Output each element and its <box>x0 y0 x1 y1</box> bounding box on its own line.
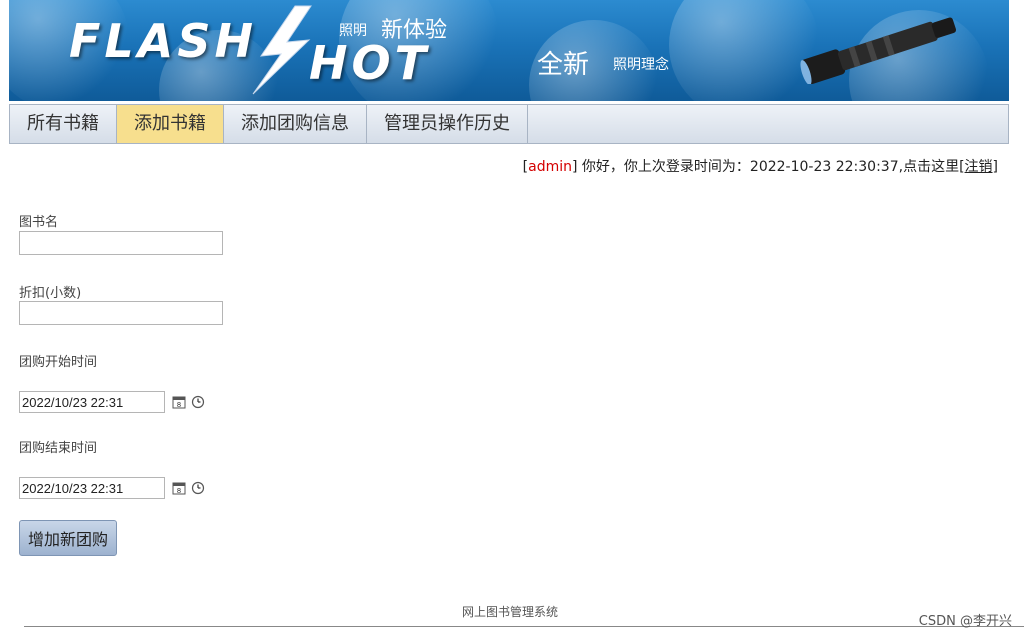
flashlight-icon <box>800 17 957 84</box>
add-group-buy-button[interactable]: 增加新团购 <box>19 520 117 556</box>
calendar-icon[interactable]: 8 <box>172 481 186 495</box>
admin-username: admin <box>528 159 573 175</box>
discount-label: 折扣(小数) <box>19 286 82 301</box>
calendar-icon[interactable]: 8 <box>172 395 186 409</box>
tab-add-book[interactable]: 添加书籍 <box>117 105 224 143</box>
main-nav: 所有书籍 添加书籍 添加团购信息 管理员操作历史 <box>9 104 1009 144</box>
login-greeting: ] 你好，你上次登录时间为：2022-10-23 22:30:37,点击这里[ <box>572 159 965 175</box>
start-time-input[interactable] <box>19 391 165 413</box>
book-name-input[interactable] <box>19 231 223 255</box>
lightning-bolt-icon <box>252 5 312 95</box>
svg-text:8: 8 <box>177 487 181 495</box>
logout-link[interactable]: 注销 <box>965 159 993 175</box>
tab-all-books[interactable]: 所有书籍 <box>10 105 117 143</box>
slogan-big-1: 新体验 <box>381 18 448 43</box>
footer-divider <box>24 626 1024 627</box>
end-time-label: 团购结束时间 <box>19 441 98 456</box>
slogan-big-2: 全新 <box>537 50 590 80</box>
header-banner: FLASH HOT 照明 新体验 全新 照明理念 <box>9 0 1009 101</box>
discount-input[interactable] <box>19 301 223 325</box>
start-time-label: 团购开始时间 <box>19 355 98 370</box>
logo-text-flash: FLASH <box>69 14 257 68</box>
tab-admin-history[interactable]: 管理员操作历史 <box>367 105 528 143</box>
clock-icon[interactable] <box>191 395 205 409</box>
end-time-input[interactable] <box>19 477 165 499</box>
book-name-label: 图书名 <box>19 215 59 230</box>
user-info-line: [admin] 你好，你上次登录时间为：2022-10-23 22:30:37,… <box>523 156 998 176</box>
logo-text-hot: HOT <box>309 36 430 90</box>
clock-icon[interactable] <box>191 481 205 495</box>
footer-title: 网上图书管理系统 <box>461 605 558 619</box>
slogan-small-2: 照明理念 <box>613 57 669 73</box>
csdn-watermark: CSDN @李开兴 <box>918 614 1012 629</box>
svg-text:8: 8 <box>177 401 181 409</box>
slogan-small-1: 照明 <box>339 23 367 39</box>
bracket-close: ] <box>992 159 998 175</box>
tab-add-group-buy[interactable]: 添加团购信息 <box>224 105 367 143</box>
